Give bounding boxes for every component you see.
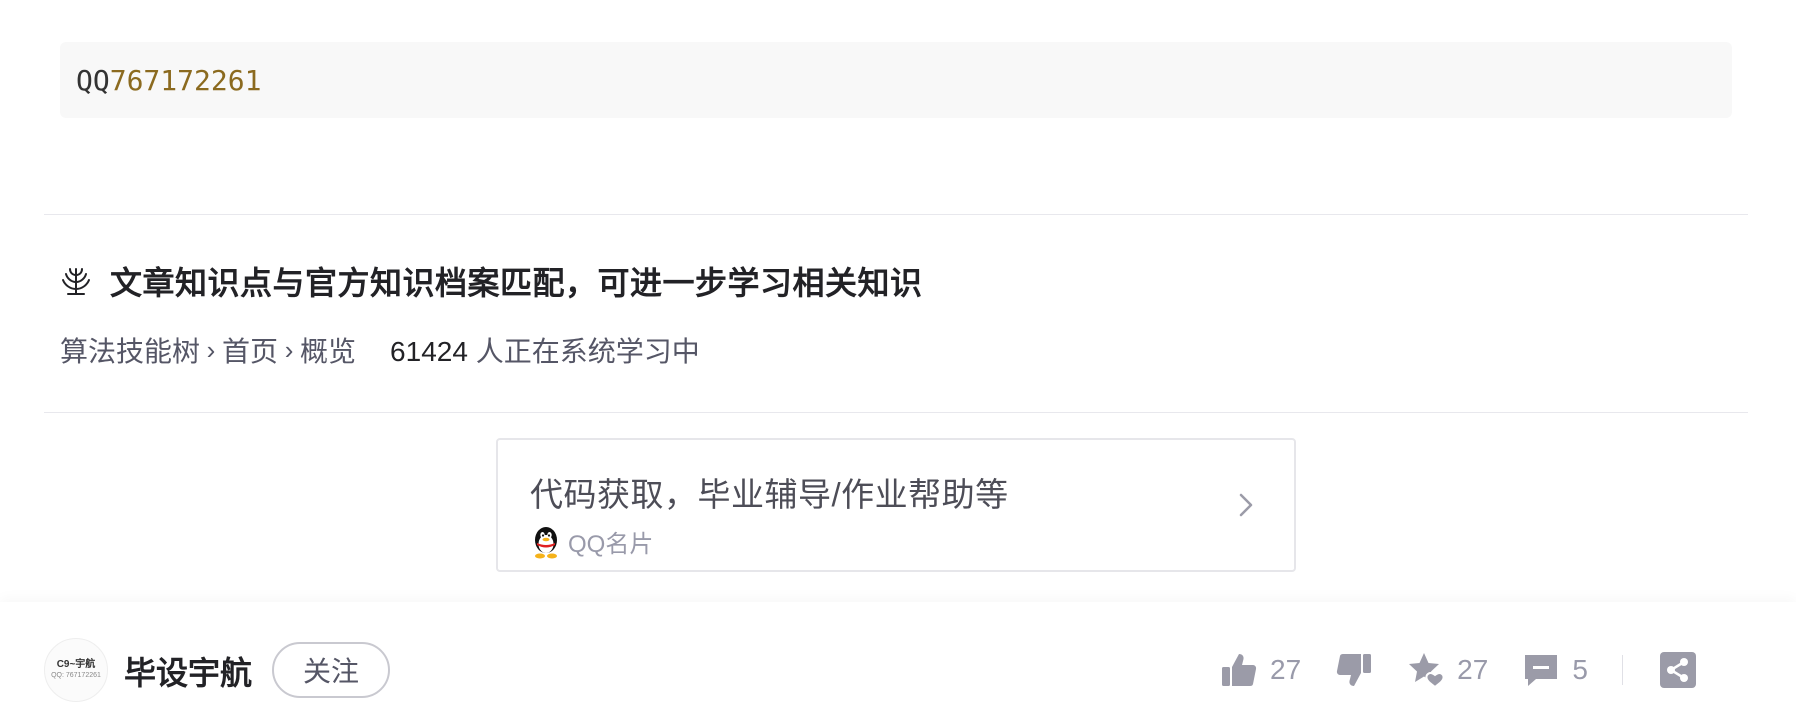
avatar-qq: QQ: 767172261 [51,672,101,679]
chevron-right-icon [1239,493,1253,517]
learner-number: 61424 [390,336,468,367]
share-icon[interactable] [1659,651,1697,689]
knowledge-header: 文章知识点与官方知识档案匹配，可进一步学习相关知识 [60,258,923,304]
avatar[interactable]: C9~宇航 QQ: 767172261 [44,638,108,702]
breadcrumb-overview[interactable]: 概览 [300,330,356,370]
avatar-name: C9~宇航 [56,659,96,670]
like-button[interactable]: 27 [1220,651,1301,689]
code-prefix: QQ [76,63,110,97]
thumbs-down-icon [1337,654,1372,686]
comment-icon [1525,655,1558,686]
dislike-button[interactable] [1335,651,1373,689]
divider [1621,655,1623,685]
knowledge-title: 文章知识点与官方知识档案匹配，可进一步学习相关知识 [110,265,923,301]
learner-label: 人正在系统学习中 [467,336,700,367]
like-count: 27 [1270,654,1302,685]
author-toolbar: C9~宇航 QQ: 767172261 毕设宇航 关注 27 27 5 [0,602,1796,718]
qq-penguin-icon [535,526,557,558]
star-add-icon [1409,653,1445,689]
divider [44,412,1748,413]
action-bar: 27 27 5 [1220,650,1697,690]
card-title: 代码获取，毕业辅导/作业帮助等 [530,476,1009,513]
favorite-count: 27 [1457,654,1489,685]
follow-button[interactable]: 关注 [272,642,390,698]
thumbs-up-icon [1222,654,1257,686]
chevron-right-icon: › [206,334,216,365]
breadcrumb-home[interactable]: 首页 [222,330,278,370]
card-subtitle: QQ名片 [568,531,654,558]
comment-count: 5 [1572,654,1588,685]
code-number: 767172261 [109,63,262,97]
comment-button[interactable]: 5 [1522,651,1588,689]
code-block: QQ 767172261 [60,42,1732,118]
skill-path: 算法技能树 › 首页 › 概览 61424 人正在系统学习中 [60,330,700,370]
author-name[interactable]: 毕设宇航 [124,648,252,694]
skill-tree-icon [62,268,90,295]
card-subtitle-row: QQ名片 [530,524,1262,559]
chevron-right-icon: › [284,334,294,365]
favorite-button[interactable]: 27 [1407,651,1488,689]
learner-count: 61424 人正在系统学习中 [390,330,700,370]
breadcrumb-skill-tree[interactable]: 算法技能树 [60,330,200,370]
qq-card-link[interactable]: 代码获取，毕业辅导/作业帮助等 QQ名片 [496,438,1296,572]
divider [44,214,1748,215]
page: QQ 767172261 文章知识点与官方知识档案匹配，可进一步学习相关知识 算法… [0,0,1796,718]
